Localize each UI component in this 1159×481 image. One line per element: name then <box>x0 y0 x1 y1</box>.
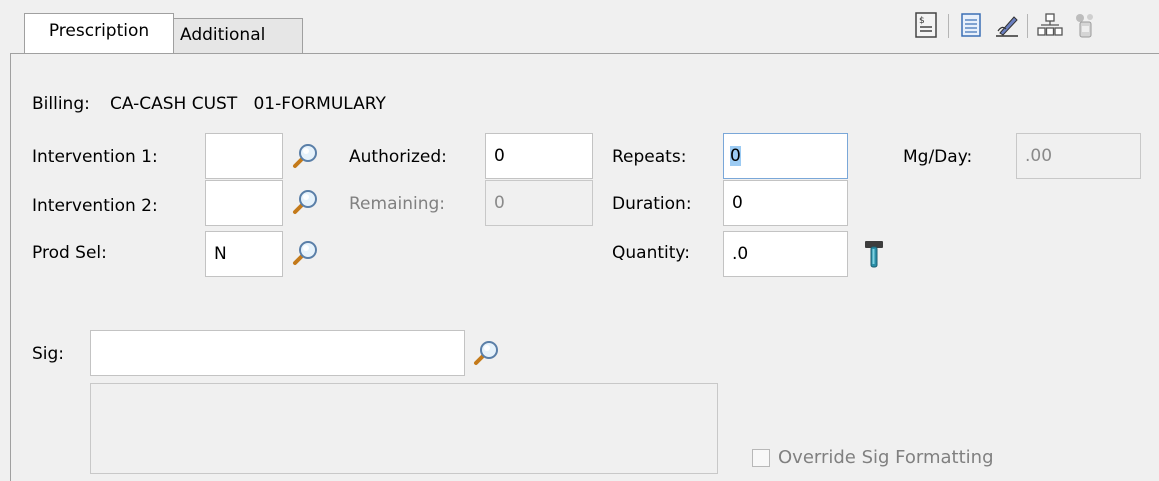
billing-value: CA-CASH CUST 01-FORMULARY <box>110 94 386 114</box>
document-icon[interactable]: $ <box>913 11 939 39</box>
mg-day-field: .00 <box>1016 133 1141 179</box>
prod-sel-field[interactable]: N <box>205 231 283 277</box>
mg-day-label: Mg/Day: <box>903 147 973 167</box>
sign-pen-icon[interactable] <box>994 11 1020 39</box>
pill-bottle-icon[interactable] <box>1072 11 1098 39</box>
quantity-label: Quantity: <box>612 243 690 263</box>
tab-additional[interactable]: Additional <box>173 18 303 53</box>
billing-label: Billing: <box>32 94 90 114</box>
magnifier-icon[interactable] <box>291 239 319 267</box>
authorized-field[interactable]: 0 <box>485 133 593 179</box>
intervention-2-field[interactable] <box>205 180 283 226</box>
tab-prescription[interactable]: Prescription <box>24 13 174 53</box>
magnifier-icon[interactable] <box>472 339 500 367</box>
intervention-2-label: Intervention 2: <box>32 196 158 216</box>
network-icon[interactable] <box>1037 11 1063 39</box>
duration-label: Duration: <box>612 194 692 214</box>
toolbar-separator <box>1027 14 1028 38</box>
repeats-value: 0 <box>730 146 741 166</box>
intervention-1-label: Intervention 1: <box>32 147 158 167</box>
hammer-icon[interactable] <box>860 237 888 269</box>
quantity-field[interactable]: .0 <box>723 231 848 277</box>
sig-text-area <box>90 383 718 474</box>
repeats-label: Repeats: <box>612 147 687 167</box>
override-sig-label: Override Sig Formatting <box>778 447 994 468</box>
panel-left-border <box>10 53 11 481</box>
sig-field[interactable] <box>90 330 465 376</box>
notes-icon[interactable] <box>958 11 984 39</box>
sig-label: Sig: <box>32 344 65 364</box>
remaining-label: Remaining: <box>349 194 445 214</box>
authorized-label: Authorized: <box>349 147 447 167</box>
tab-strip-border <box>10 53 1159 54</box>
duration-field[interactable]: 0 <box>723 180 848 226</box>
magnifier-icon[interactable] <box>291 142 319 170</box>
repeats-field[interactable]: 0 <box>723 133 848 179</box>
magnifier-icon[interactable] <box>291 188 319 216</box>
intervention-1-field[interactable] <box>205 133 283 179</box>
prod-sel-label: Prod Sel: <box>32 243 107 263</box>
toolbar-separator <box>948 14 949 38</box>
override-sig-checkbox[interactable] <box>752 449 770 467</box>
svg-text:$: $ <box>919 16 925 26</box>
remaining-field: 0 <box>485 180 593 226</box>
